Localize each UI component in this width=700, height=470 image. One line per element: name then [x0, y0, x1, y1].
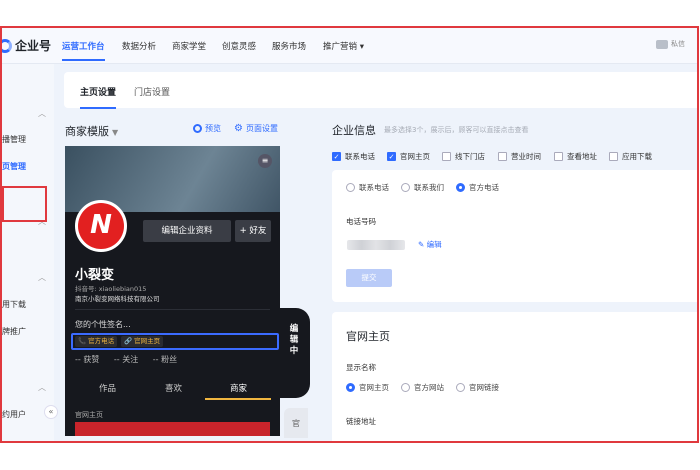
chip-official-website[interactable]: 🔗 官网主页: [121, 336, 164, 347]
nav-item-service-market[interactable]: 服务市场: [272, 40, 306, 52]
blurred-phone-number: [347, 240, 405, 250]
radio-official-website[interactable]: 官方网站: [401, 382, 444, 393]
logo-icon: [2, 38, 12, 53]
tab-homepage-settings[interactable]: 主页设置: [80, 85, 117, 109]
collapse-sidebar-button[interactable]: «: [44, 405, 58, 419]
checkbox-icon: [554, 152, 563, 161]
divider: [75, 309, 270, 310]
radio-icon: [401, 183, 410, 192]
nav-item-data-analysis[interactable]: 数据分析: [122, 40, 156, 52]
douyin-id: 抖音号: xiaoliebian015: [75, 285, 147, 293]
phone-number-label: 电话号码: [346, 217, 376, 226]
logo[interactable]: 企业号: [2, 37, 52, 54]
chevron-up-icon[interactable]: ︿: [38, 108, 46, 119]
sidebar-item-users[interactable]: 的约用户: [2, 409, 26, 420]
chip-official-phone[interactable]: 📞 官方电话: [75, 336, 118, 347]
checkbox-view-address[interactable]: 查看地址: [554, 151, 597, 162]
website-card-title: 官网主页: [346, 330, 390, 343]
nav-item-workbench[interactable]: 运营工作台: [62, 40, 105, 61]
checkbox-app-download[interactable]: 应用下载: [609, 151, 652, 162]
app-window: 企业号 运营工作台 数据分析 商家学堂 创意灵感 服务市场 推广营销 ▾ 私信 …: [0, 26, 699, 443]
template-title: 商家模版: [65, 125, 109, 138]
checkbox-website[interactable]: ✓ 官网主页: [387, 151, 430, 162]
caret-down-icon: ▼: [112, 128, 119, 137]
company-name: 南京小裂变网络科技有限公司: [75, 295, 160, 303]
radio-website-homepage[interactable]: 官网主页: [346, 382, 389, 393]
phone-tab-works[interactable]: 作品: [99, 382, 116, 394]
radio-icon: [401, 383, 410, 392]
messages-label: 私信: [671, 40, 685, 48]
active-tab-indicator: [205, 398, 271, 400]
radio-website-link[interactable]: 官网链接: [456, 382, 499, 393]
checkbox-offline-store[interactable]: 线下门店: [442, 151, 485, 162]
checkbox-business-hours[interactable]: 营业时间: [498, 151, 541, 162]
preview-button[interactable]: 预览: [193, 123, 221, 134]
stat-followers: -- 粉丝: [152, 355, 178, 364]
radio-selected-icon: [456, 183, 465, 192]
company-info-hint: 最多选择3个，展示后，顾客可以直接点击查看: [384, 126, 529, 134]
sidebar-item-brand-promotion[interactable]: 品牌推广: [2, 326, 26, 337]
checkbox-checked-icon: ✓: [387, 152, 396, 161]
radio-icon: [456, 383, 465, 392]
nav-item-merchant-school[interactable]: 商家学堂: [172, 40, 206, 52]
chevron-up-icon[interactable]: ︿: [38, 216, 46, 227]
radio-official-phone[interactable]: 官方电话: [456, 182, 499, 193]
profile-stats: -- 获赞 -- 关注 -- 粉丝: [75, 354, 189, 365]
sidebar-item-homepage-management[interactable]: 主页管理: [2, 161, 26, 172]
settings-tabs: 主页设置 门店设置: [64, 72, 697, 109]
preview-label: 预览: [205, 124, 221, 133]
top-navigation-bar: 企业号 运营工作台 数据分析 商家学堂 创意灵感 服务市场 推广营销 ▾ 私信: [2, 28, 697, 64]
chevron-up-icon[interactable]: ︿: [38, 382, 46, 393]
profile-name: 小裂变: [75, 268, 115, 283]
checkbox-icon: [442, 152, 451, 161]
eye-icon: [193, 124, 202, 133]
section-label: 官网主页: [75, 411, 103, 419]
chevron-up-icon[interactable]: ︿: [38, 272, 46, 283]
checkbox-checked-icon: ✓: [332, 152, 341, 161]
contact-settings-card: 联系电话 联系我们 官方电话 电话号码 ✎ 编辑 提交: [332, 170, 697, 302]
page-settings-label: 页面设置: [245, 124, 278, 133]
side-tag[interactable]: 官: [284, 408, 308, 438]
radio-contact-phone[interactable]: 联系电话: [346, 182, 389, 193]
stat-likes: -- 获赞: [75, 355, 100, 364]
page-settings-button[interactable]: ⚙ 页面设置: [234, 123, 278, 134]
submit-button[interactable]: 提交: [346, 269, 392, 287]
messages-button[interactable]: 私信: [656, 39, 685, 49]
sidebar-item-live-management[interactable]: 直播管理: [2, 134, 26, 145]
radio-selected-icon: [346, 383, 355, 392]
template-selector[interactable]: 商家模版 ▼: [65, 123, 118, 139]
menu-icon[interactable]: ≡: [258, 154, 272, 168]
sidebar-item-app-download[interactable]: 应用下载: [2, 299, 26, 310]
gear-icon: ⚙: [234, 123, 243, 134]
avatar-logo: N: [78, 203, 124, 249]
phone-tab-merchant[interactable]: 商家: [230, 382, 247, 394]
website-banner: [75, 422, 270, 436]
add-friend-button[interactable]: + 好友: [235, 220, 271, 242]
phone-preview: ≡ N 编辑企业资料 + 好友 小裂变 抖音号: xiaoliebian015 …: [65, 146, 280, 436]
link-address-label: 链接地址: [346, 417, 376, 426]
radio-icon: [346, 183, 355, 192]
company-info-title: 企业信息: [332, 124, 376, 137]
nav-item-promotion-marketing[interactable]: 推广营销 ▾: [323, 40, 364, 52]
sidebar: ︿ 直播管理 主页管理 ︿ ︿ 应用下载 品牌推广 ︿ 的约用户: [2, 64, 54, 441]
display-name-label: 显示名称: [346, 363, 376, 372]
radio-contact-us[interactable]: 联系我们: [401, 182, 444, 193]
stat-following: -- 关注: [113, 355, 139, 364]
checkbox-contact-phone[interactable]: ✓ 联系电话: [332, 151, 375, 162]
tab-store-settings[interactable]: 门店设置: [134, 85, 170, 98]
signature-text: 您的个性签名...: [75, 320, 131, 329]
website-settings-card: 官网主页 显示名称 官网主页 官方网站 官网链接 链接地址: [332, 312, 697, 441]
phone-tab-likes[interactable]: 喜欢: [165, 382, 182, 394]
editing-label: 编辑中: [289, 324, 299, 356]
avatar: N: [75, 200, 127, 252]
checkbox-icon: [609, 152, 618, 161]
message-bubble-icon: [656, 39, 668, 49]
checkbox-icon: [498, 152, 507, 161]
edit-company-profile-button[interactable]: 编辑企业资料: [143, 220, 231, 242]
edit-phone-button[interactable]: ✎ 编辑: [418, 239, 442, 250]
logo-text: 企业号: [15, 39, 52, 53]
nav-item-creative-ideas[interactable]: 创意灵感: [222, 40, 256, 52]
